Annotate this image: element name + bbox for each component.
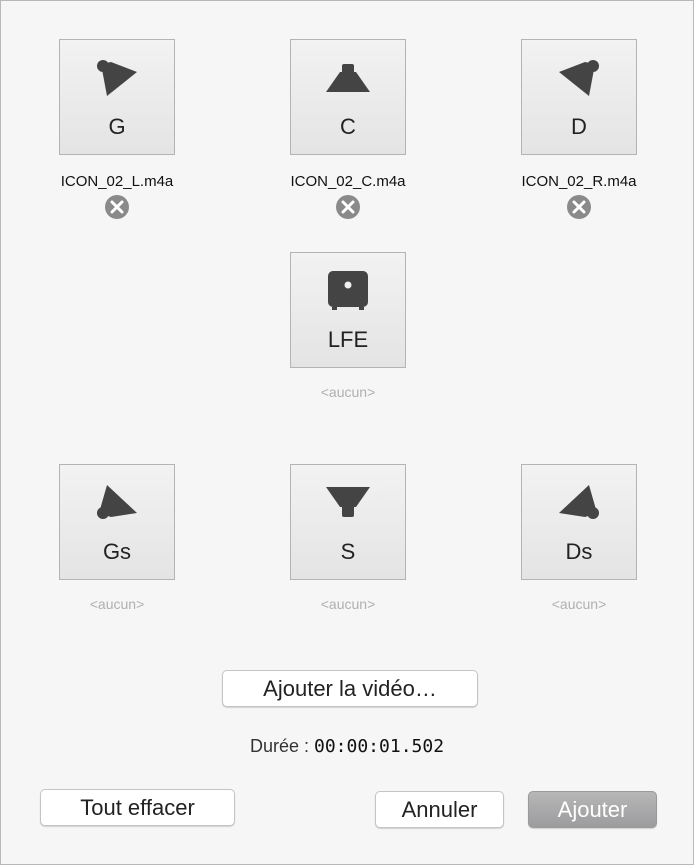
channel-left-tile[interactable]: G: [59, 39, 175, 155]
channel-surround-code: S: [340, 539, 356, 564]
add-button[interactable]: Ajouter: [528, 791, 657, 828]
speaker-front-left-icon: [97, 60, 137, 96]
channel-surround-file: <aucun>: [320, 596, 376, 612]
duration-value: 00:00:01.502: [314, 736, 445, 757]
duration-readout: Durée : 00:00:01.502: [1, 736, 693, 757]
channel-center: C ICON_02_C.m4a: [288, 39, 408, 220]
channel-left-file: ICON_02_L.m4a: [60, 173, 174, 190]
channel-right-surround-code: Ds: [565, 539, 593, 564]
channel-right-code: D: [571, 114, 587, 139]
channel-left-surround: Gs <aucun>: [57, 464, 177, 612]
channel-left-surround-file: <aucun>: [89, 596, 145, 612]
speaker-center-icon: [326, 64, 370, 92]
channel-left: G ICON_02_L.m4a: [57, 39, 177, 220]
channel-surround-tile[interactable]: S: [290, 464, 406, 580]
channel-center-tile[interactable]: C: [290, 39, 406, 155]
clear-all-button[interactable]: Tout effacer: [40, 789, 235, 826]
remove-circle-icon[interactable]: [566, 194, 592, 220]
channel-right-tile[interactable]: D: [521, 39, 637, 155]
channel-right-surround-file: <aucun>: [551, 596, 607, 612]
channel-center-code: C: [340, 114, 356, 139]
speaker-rear-right-icon: [559, 485, 599, 519]
channel-center-file: ICON_02_C.m4a: [290, 173, 406, 190]
channel-right-file: ICON_02_R.m4a: [521, 173, 637, 190]
channel-right: D ICON_02_R.m4a: [519, 39, 639, 220]
channel-right-surround: Ds <aucun>: [519, 464, 639, 612]
duration-label: Durée :: [249, 736, 309, 756]
channel-lfe-code: LFE: [327, 327, 369, 352]
channel-lfe-file: <aucun>: [320, 384, 376, 400]
speaker-rear-center-icon: [326, 487, 370, 517]
channel-lfe-tile[interactable]: LFE: [290, 252, 406, 368]
remove-circle-icon[interactable]: [104, 194, 130, 220]
cancel-button[interactable]: Annuler: [375, 791, 504, 828]
channel-right-surround-tile[interactable]: Ds: [521, 464, 637, 580]
speaker-rear-left-icon: [97, 485, 137, 519]
channel-left-surround-code: Gs: [102, 539, 132, 564]
add-video-button[interactable]: Ajouter la vidéo…: [222, 670, 478, 707]
remove-circle-icon[interactable]: [335, 194, 361, 220]
channel-surround: S <aucun>: [288, 464, 408, 612]
surround-assign-dialog: G ICON_02_L.m4a C ICON_02_C.m4a D ICON_0…: [0, 0, 694, 865]
channel-lfe: LFE <aucun>: [288, 252, 408, 400]
channel-left-surround-tile[interactable]: Gs: [59, 464, 175, 580]
speaker-front-right-icon: [559, 60, 599, 96]
channel-left-code: G: [108, 114, 126, 139]
subwoofer-icon: [328, 271, 368, 310]
